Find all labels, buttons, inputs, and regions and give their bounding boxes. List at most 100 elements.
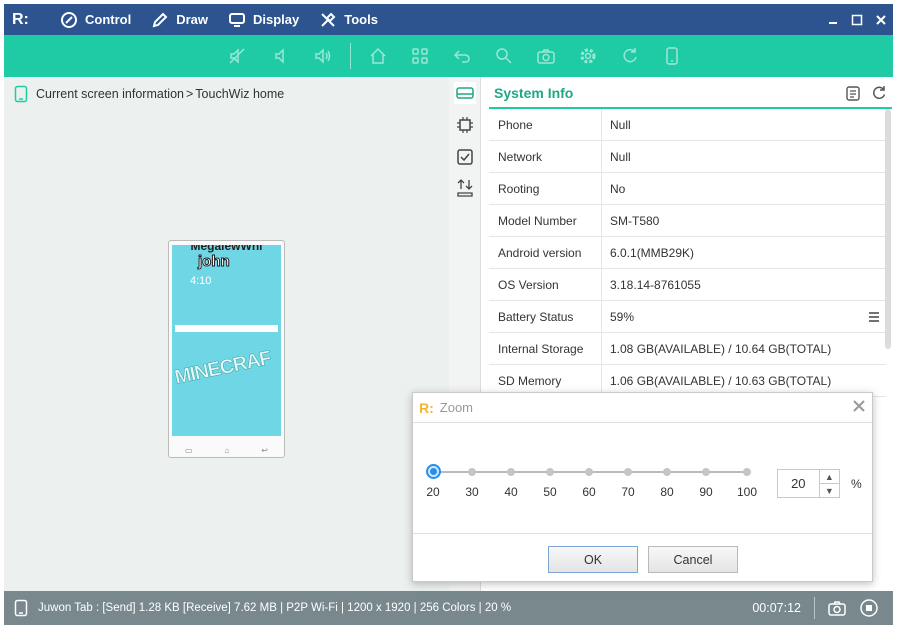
device-screen[interactable]: MegalewWhi john 4:10 MINECRAF (172, 245, 281, 436)
info-scrollbar[interactable] (885, 109, 891, 349)
volume-up-icon[interactable] (312, 45, 334, 67)
phone-icon (14, 85, 28, 103)
apps-icon[interactable] (409, 45, 431, 67)
home-icon[interactable] (367, 45, 389, 67)
battery-menu-icon[interactable] (868, 311, 880, 323)
row-key: Internal Storage (489, 333, 602, 364)
device-icon[interactable] (661, 45, 683, 67)
mute-icon[interactable] (226, 45, 248, 67)
panel-actions (845, 85, 887, 101)
dialog-close-icon[interactable] (852, 399, 866, 413)
slider-tick[interactable] (468, 468, 476, 476)
clipboard-icon[interactable] (845, 85, 861, 101)
slider-label: 50 (543, 485, 557, 499)
dialog-header: R: Zoom (413, 393, 872, 423)
row-key: Phone (489, 109, 602, 140)
menu-tools-label: Tools (344, 12, 378, 27)
chevron-down-icon[interactable]: ▼ (820, 484, 839, 497)
slider-label: 30 (465, 485, 479, 499)
breadcrumb-current: TouchWiz home (195, 87, 285, 101)
table-row: Phone Null (489, 109, 886, 141)
status-bar: Juwon Tab : [Send] 1.28 KB [Receive] 7.6… (4, 591, 893, 625)
search-icon[interactable] (493, 45, 515, 67)
screenshot-icon[interactable] (827, 599, 847, 617)
recent-apps-icon[interactable]: ▭ (185, 446, 193, 455)
table-row: Battery Status 59% (489, 301, 886, 333)
table-row: Internal Storage 1.08 GB(AVAILABLE) / 10.… (489, 333, 886, 365)
record-icon[interactable] (859, 598, 879, 618)
menu-control[interactable]: Control (50, 4, 141, 35)
tab-transfer[interactable] (454, 177, 476, 199)
control-icon (61, 11, 77, 28)
back-icon[interactable] (451, 45, 473, 67)
minimize-icon[interactable] (825, 12, 841, 28)
checkbox-icon (457, 149, 473, 165)
ok-button[interactable]: OK (548, 546, 638, 573)
stepper-buttons: ▲ ▼ (818, 470, 839, 497)
tab-system-info[interactable] (454, 82, 476, 104)
refresh-icon[interactable] (619, 45, 641, 67)
row-value: No (610, 181, 626, 196)
chip-icon (457, 117, 473, 133)
menu-control-label: Control (85, 12, 132, 27)
main-menu: Control Draw Display Tools (50, 4, 388, 35)
device-home-icon[interactable]: ⌂ (224, 446, 229, 455)
row-value: 1.08 GB(AVAILABLE) / 10.64 GB(TOTAL) (610, 341, 832, 356)
system-info-table: Phone Null Network Null Rooting No Model Nu… (489, 109, 886, 397)
slider-tick[interactable] (624, 468, 632, 476)
slider-tick[interactable] (663, 468, 671, 476)
dialog-logo: R: (419, 399, 434, 416)
window-controls (825, 4, 889, 35)
refresh-info-icon[interactable] (871, 85, 887, 101)
tab-hardware[interactable] (454, 114, 476, 136)
row-key: OS Version (489, 269, 602, 300)
device-preview[interactable]: MegalewWhi john 4:10 MINECRAF ▭ ⌂ ↩ (168, 240, 285, 458)
zoom-stepper[interactable]: 20 ▲ ▼ (777, 469, 840, 498)
chevron-up-icon[interactable]: ▲ (819, 470, 839, 484)
row-value: SM-T580 (610, 213, 660, 228)
wallpaper-text: MegalewWhi (190, 245, 263, 253)
breadcrumb-separator: > (185, 87, 194, 101)
monitor-icon (229, 12, 246, 27)
close-icon[interactable] (873, 12, 889, 28)
slider-label: 100 (736, 485, 758, 499)
volume-down-icon[interactable] (270, 45, 292, 67)
slider-label: 70 (621, 485, 635, 499)
breadcrumb-section[interactable]: Current screen information (36, 87, 184, 101)
row-key: Battery Status (489, 301, 602, 332)
slider-tick[interactable] (585, 468, 593, 476)
zoom-slider[interactable] (426, 463, 751, 483)
device-status-icon (14, 599, 28, 617)
camera-icon[interactable] (535, 45, 557, 67)
transfer-icon (457, 179, 473, 197)
title-bar: R: Control Draw Display Tools (4, 4, 893, 35)
wallpaper-graffiti: MINECRAF (172, 347, 273, 389)
maximize-icon[interactable] (849, 12, 865, 28)
zoom-unit: % (851, 477, 862, 491)
menu-tools[interactable]: Tools (309, 4, 388, 35)
table-row: Rooting No (489, 173, 886, 205)
table-row: Android version 6.0.1(MMB29K) (489, 237, 886, 269)
device-back-icon[interactable]: ↩ (261, 446, 268, 455)
slider-tick[interactable] (702, 468, 710, 476)
cancel-button[interactable]: Cancel (648, 546, 738, 573)
row-key: Model Number (489, 205, 602, 236)
row-value: 3.18.14-8761055 (610, 277, 701, 292)
zoom-dialog: R: Zoom 20 30 40 50 60 70 80 90 100 20 ▲… (412, 392, 873, 582)
wallpaper-name: john (198, 253, 231, 271)
settings-icon[interactable] (577, 45, 599, 67)
slider-thumb[interactable] (426, 464, 441, 479)
tab-check[interactable] (454, 146, 476, 168)
slider-tick[interactable] (743, 468, 751, 476)
slider-tick[interactable] (507, 468, 515, 476)
google-search-bar[interactable] (175, 325, 278, 332)
menu-draw[interactable]: Draw (141, 4, 218, 35)
row-value: Null (610, 149, 631, 164)
slider-label: 80 (660, 485, 674, 499)
menu-display[interactable]: Display (218, 4, 309, 35)
zoom-value-input[interactable]: 20 (778, 470, 819, 497)
row-value: 59% (610, 309, 635, 324)
app-logo: R: (12, 10, 29, 28)
slider-tick[interactable] (546, 468, 554, 476)
row-key: Rooting (489, 173, 602, 204)
